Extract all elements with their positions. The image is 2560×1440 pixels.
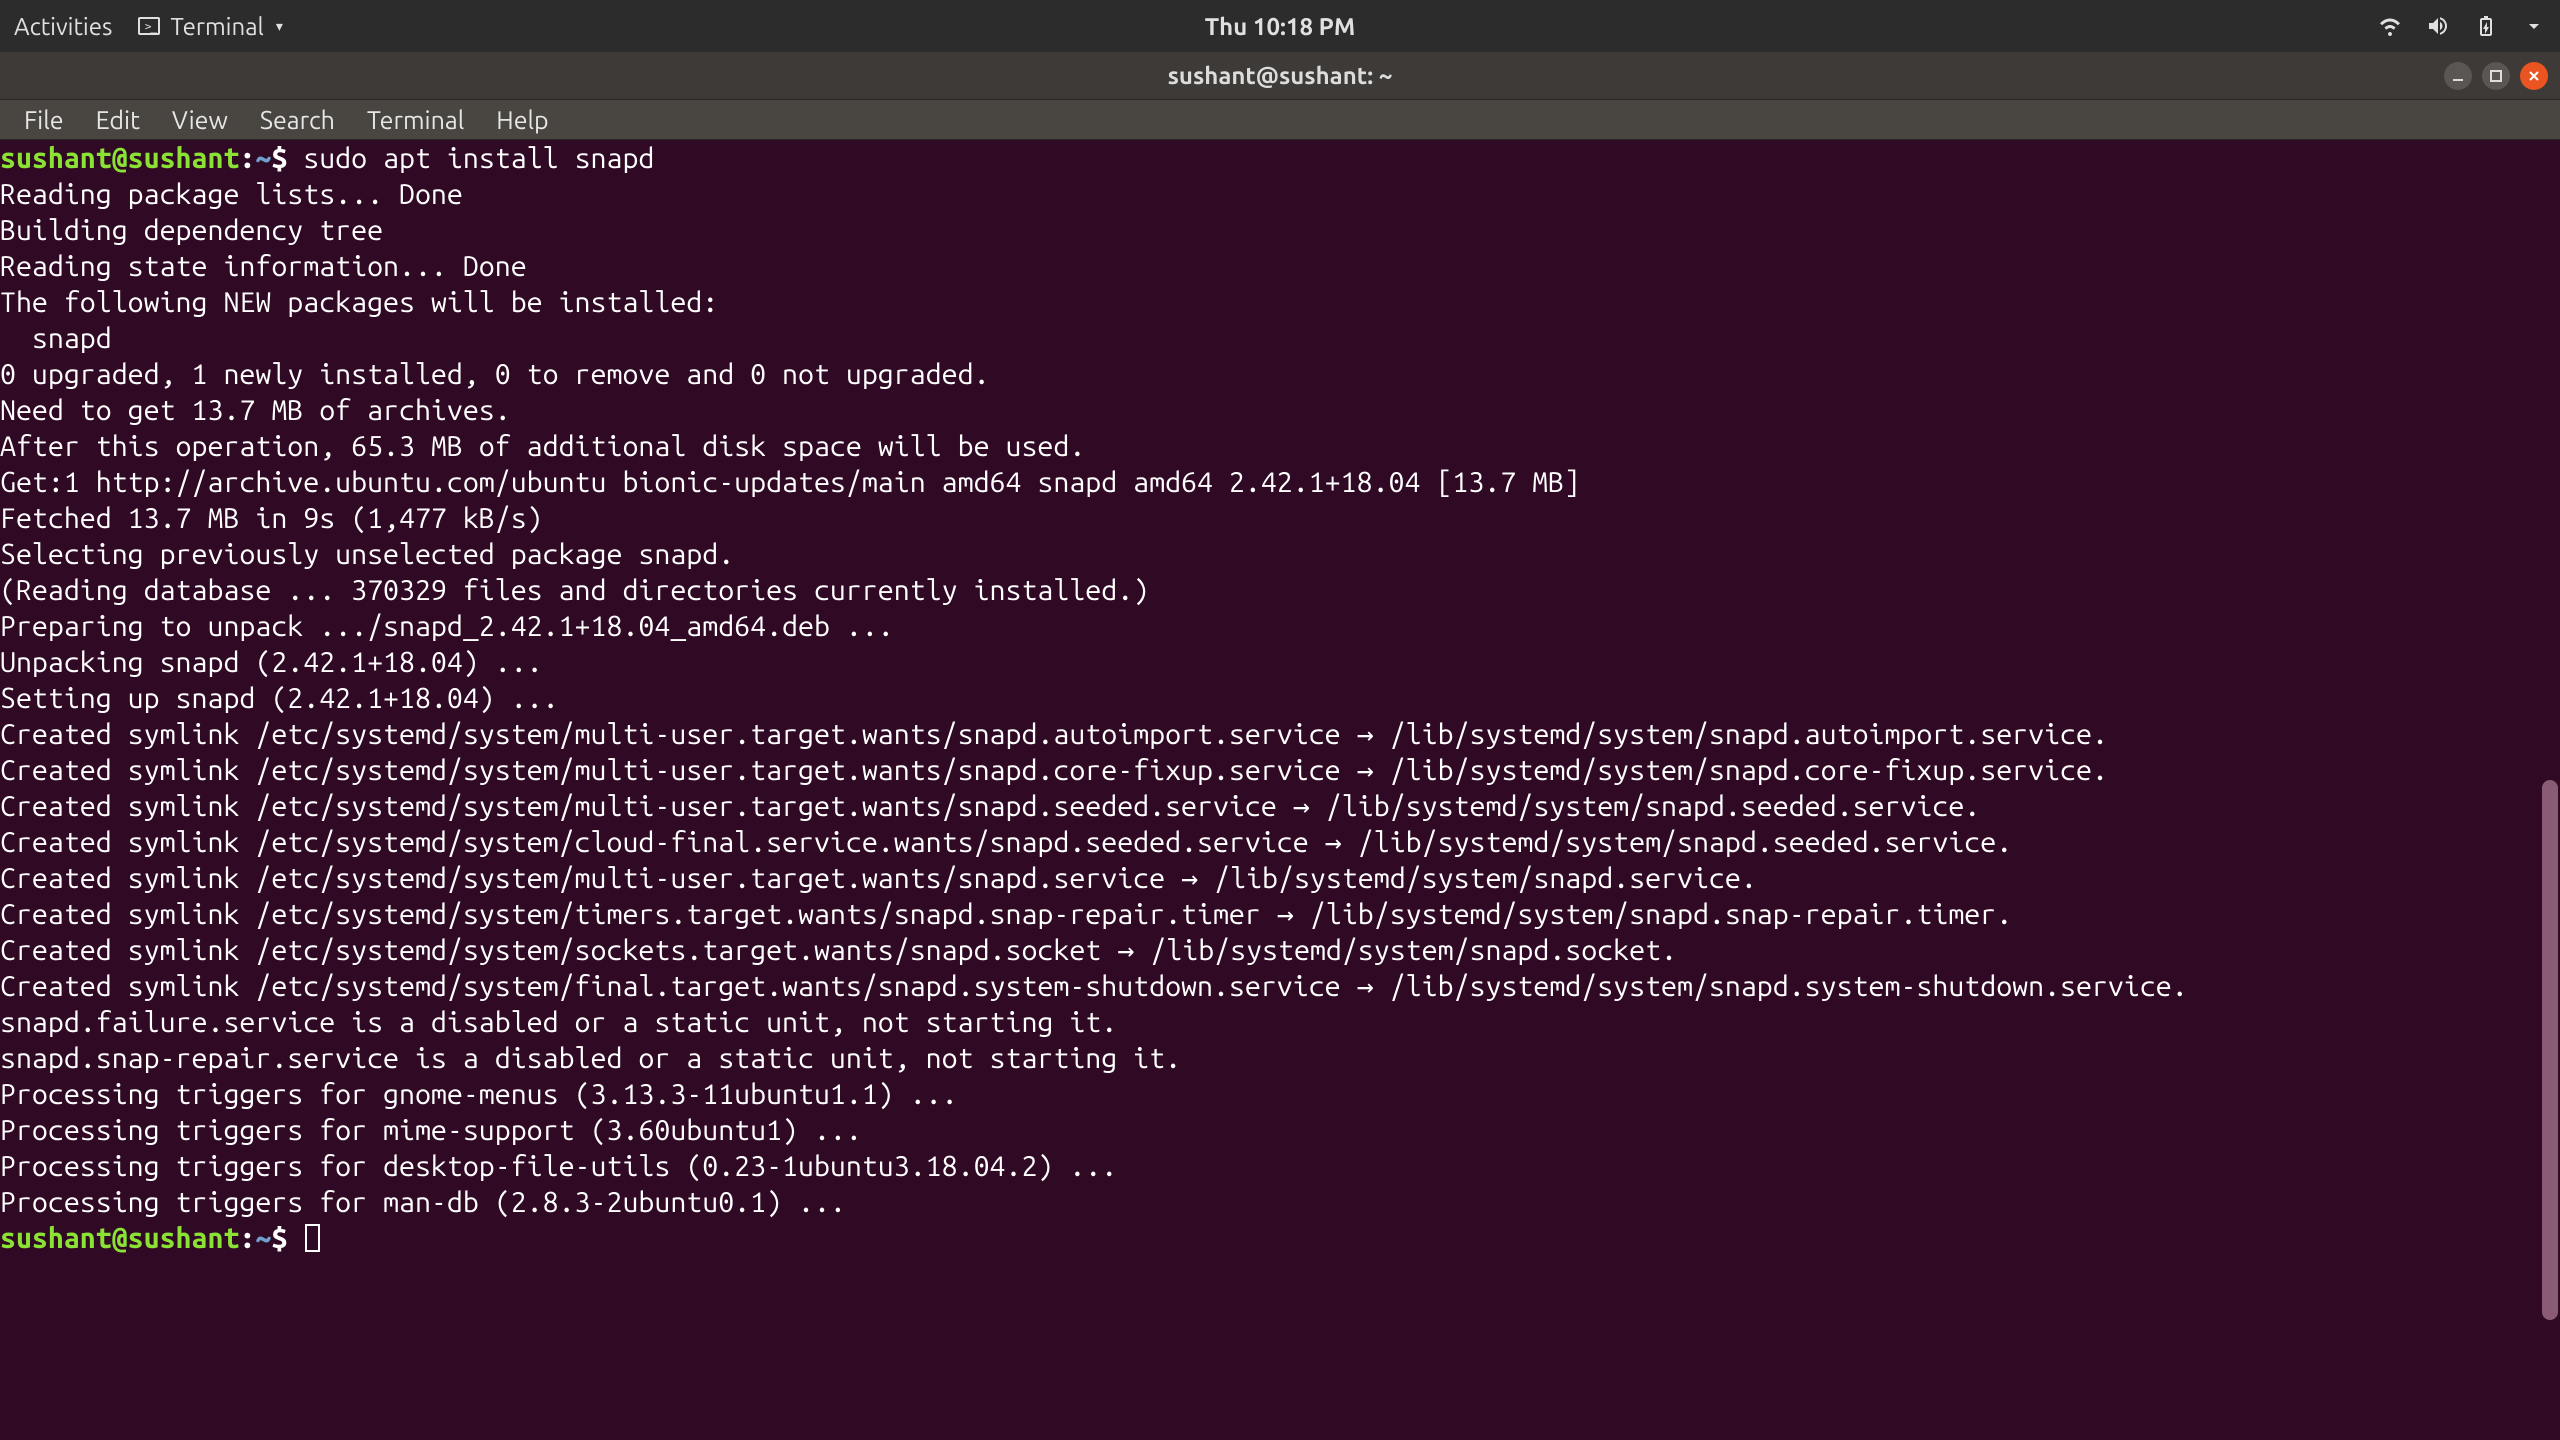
cursor-block: [305, 1224, 320, 1252]
clock-label[interactable]: Thu 10:18 PM: [1205, 13, 1355, 40]
window-titlebar: sushant@sushant: ~: [0, 52, 2560, 100]
window-title: sushant@sushant: ~: [1168, 62, 1393, 89]
prompt-dollar: $: [271, 142, 303, 174]
menu-edit[interactable]: Edit: [82, 102, 154, 138]
minimize-button[interactable]: [2444, 62, 2472, 90]
menu-view[interactable]: View: [158, 102, 242, 138]
appmenu-button[interactable]: Terminal ▾: [138, 13, 282, 40]
gnome-top-bar: Activities Terminal ▾ Thu 10:18 PM: [0, 0, 2560, 52]
battery-icon[interactable]: [2474, 14, 2498, 38]
terminal-icon: [138, 17, 160, 35]
menu-help[interactable]: Help: [482, 102, 562, 138]
terminal-output: Reading package lists... Done Building d…: [0, 176, 2560, 1220]
activities-button[interactable]: Activities: [14, 13, 112, 40]
scrollbar-thumb[interactable]: [2542, 780, 2558, 1320]
close-button[interactable]: [2520, 62, 2548, 90]
volume-icon[interactable]: [2426, 14, 2450, 38]
prompt-path: ~: [255, 142, 271, 174]
prompt-userhost-2: sushant@sushant: [0, 1222, 239, 1254]
appmenu-label: Terminal: [170, 13, 263, 40]
menubar: File Edit View Search Terminal Help: [0, 100, 2560, 140]
menu-file[interactable]: File: [10, 102, 78, 138]
menu-terminal[interactable]: Terminal: [353, 102, 478, 138]
chevron-down-icon: ▾: [276, 18, 283, 35]
maximize-button[interactable]: [2482, 62, 2510, 90]
terminal-viewport[interactable]: sushant@sushant:~$ sudo apt install snap…: [0, 140, 2560, 1440]
prompt-dollar-2: $: [271, 1222, 303, 1254]
prompt-userhost: sushant@sushant: [0, 142, 239, 174]
command-text: sudo apt install snapd: [303, 142, 654, 174]
prompt-path-2: ~: [255, 1222, 271, 1254]
menu-search[interactable]: Search: [246, 102, 349, 138]
wifi-icon[interactable]: [2378, 14, 2402, 38]
prompt-sep: :: [239, 142, 255, 174]
system-menu-caret-icon[interactable]: [2522, 14, 2546, 38]
